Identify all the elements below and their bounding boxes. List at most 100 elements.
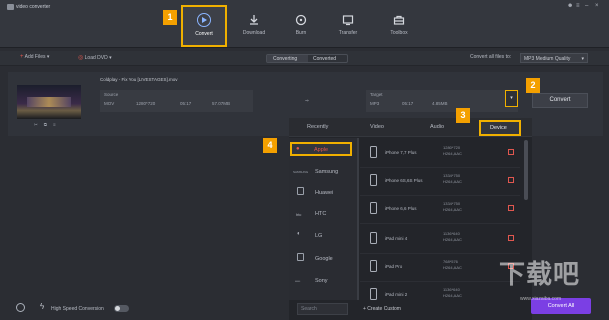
device-res: 1334*750 [443,173,461,178]
nav-toolbox[interactable]: Toolbox [375,10,423,48]
download-icon [250,15,258,25]
google-icon [297,253,304,261]
tab-recently[interactable]: Recently [307,124,328,130]
phone-icon [370,174,377,186]
sony-icon: ••••• [295,279,301,283]
device-codec: H264,AAC [443,151,462,156]
device-res: 1136*640 [443,231,460,236]
samsung-icon: SAMSUNG [293,170,309,174]
add-files-label: Add Files [24,54,46,60]
target-duration: 05:17 [402,101,414,106]
brand-samsung[interactable]: Samsung [315,169,338,175]
brand-google[interactable]: Google [315,256,333,262]
minimize-icon[interactable]: – [585,3,588,9]
brand-apple-label: Apple [314,147,329,153]
thumbnail-edit-tools[interactable]: ✂⧉≡ [34,122,62,128]
brand-sony[interactable]: Sony [315,278,328,284]
huawei-icon [297,187,304,195]
device-codec: H264,AAC [443,179,462,184]
nav-burn-label: Burn [295,30,307,36]
device-spec: 1334*750 H264,AAC [443,173,462,185]
device-row[interactable]: iPhone 7,7 Plus 1280*720 H264,AAC [360,140,520,168]
convert-icon [197,13,211,27]
device-codec: H264,AAC [443,207,462,212]
user-icon[interactable]: ☻ [567,3,573,9]
app-logo-icon [7,4,14,10]
htc-icon: htc [296,212,302,217]
create-custom-button[interactable]: + Create Custom [363,306,401,312]
device-codec: H264,AAC [443,237,462,242]
menu-icon[interactable]: ≡ [576,3,580,9]
tab-converting[interactable]: Converting [273,56,297,62]
close-icon[interactable]: × [595,3,599,9]
brand-apple[interactable]: ● Apple [290,142,352,156]
search-input[interactable]: Search [297,303,348,315]
brand-htc[interactable]: HTC [315,211,326,217]
brand-list [289,138,357,300]
device-row[interactable]: iPad Pro 768*576 H264,AAC [360,254,520,282]
high-speed-label: High Speed Conversion [51,306,104,312]
nav-burn[interactable]: Burn [277,10,325,48]
brand-lg[interactable]: LG [315,233,322,239]
tab-audio[interactable]: Audio [430,124,444,130]
nav-toolbox-label: Toolbox [390,30,408,36]
device-row[interactable]: iPad mini 2 1136*640 H264,AAC [360,282,520,300]
burn-icon [295,14,307,26]
edit-icon[interactable] [508,205,514,211]
convert-button[interactable]: Convert [532,93,588,108]
device-spec: 1280*720 H264,AAC [443,145,462,157]
output-format-select[interactable]: MP3 Medium Quality ▾ [520,53,588,63]
device-row[interactable]: iPad mini 4 1136*640 H264,AAC [360,226,520,254]
add-files-button[interactable]: + Add Files ▾ [20,54,49,60]
tablet-icon [370,232,377,244]
device-spec: 1136*640 H264,AAC [443,287,462,299]
device-spec: 1334*750 H264,AAC [443,201,462,213]
device-row[interactable]: iPhone 6S,6S Plus 1334*750 H264,AAC [360,168,520,196]
load-dvd-button[interactable]: ◎ Load DVD ▾ [78,54,112,61]
device-res: 1136*640 [443,287,460,292]
device-res: 1280*720 [443,145,461,150]
alarm-icon[interactable] [16,303,25,312]
phone-icon [370,202,377,214]
callout-badge-1: 1 [163,10,177,25]
source-resolution: 1280*720 [136,101,156,106]
target-info: Target MP3 05:17 4.85MB [366,90,518,112]
bolt-icon: ϟ [40,302,45,311]
search-placeholder: Search [301,306,317,312]
device-name: iPad mini 4 [385,236,408,241]
tab-device-label: Device [490,125,507,131]
edit-icon[interactable] [508,235,514,241]
high-speed-toggle[interactable] [114,305,129,312]
add-icon: + [20,54,24,60]
load-dvd-label: Load DVD [84,55,108,61]
tab-video[interactable]: Video [370,124,384,130]
device-res: 1334*750 [443,201,461,206]
device-name: iPhone 6S,6S Plus [385,178,423,183]
target-dropdown-button[interactable]: ▾ [505,90,518,107]
watermark-url: www.xiazaiba.com [520,296,562,302]
file-name: Coldplay - Fix You [LIVESTAGES].mov [100,77,178,82]
phone-icon [370,146,377,158]
callout-badge-2: 2 [526,78,540,93]
lg-icon: ◐ [297,231,301,237]
nav-convert[interactable]: Convert [181,5,227,47]
tab-converted[interactable]: Converted [313,56,336,62]
nav-download[interactable]: Download [230,10,278,48]
device-codec: H264,AAC [443,265,462,270]
device-row[interactable]: iPhone 6,6 Plus 1334*750 H264,AAC [360,196,520,224]
source-label: Source [104,92,119,97]
nav-transfer-label: Transfer [338,30,358,36]
video-thumbnail[interactable] [17,85,81,119]
nav-transfer[interactable]: Transfer [324,10,372,48]
device-name: iPhone 7,7 Plus [385,150,417,155]
brand-huawei[interactable]: Huawei [315,190,333,196]
tab-device[interactable]: Device [479,120,521,136]
edit-icon[interactable] [508,149,514,155]
device-codec: H264,AAC [443,293,462,298]
edit-icon[interactable] [508,177,514,183]
apple-icon: ● [296,146,300,152]
device-list-scrollbar[interactable] [524,140,528,200]
device-spec: 1136*640 H264,AAC [443,231,462,243]
app-title: video converter [16,4,51,10]
device-res: 768*576 [443,259,458,264]
